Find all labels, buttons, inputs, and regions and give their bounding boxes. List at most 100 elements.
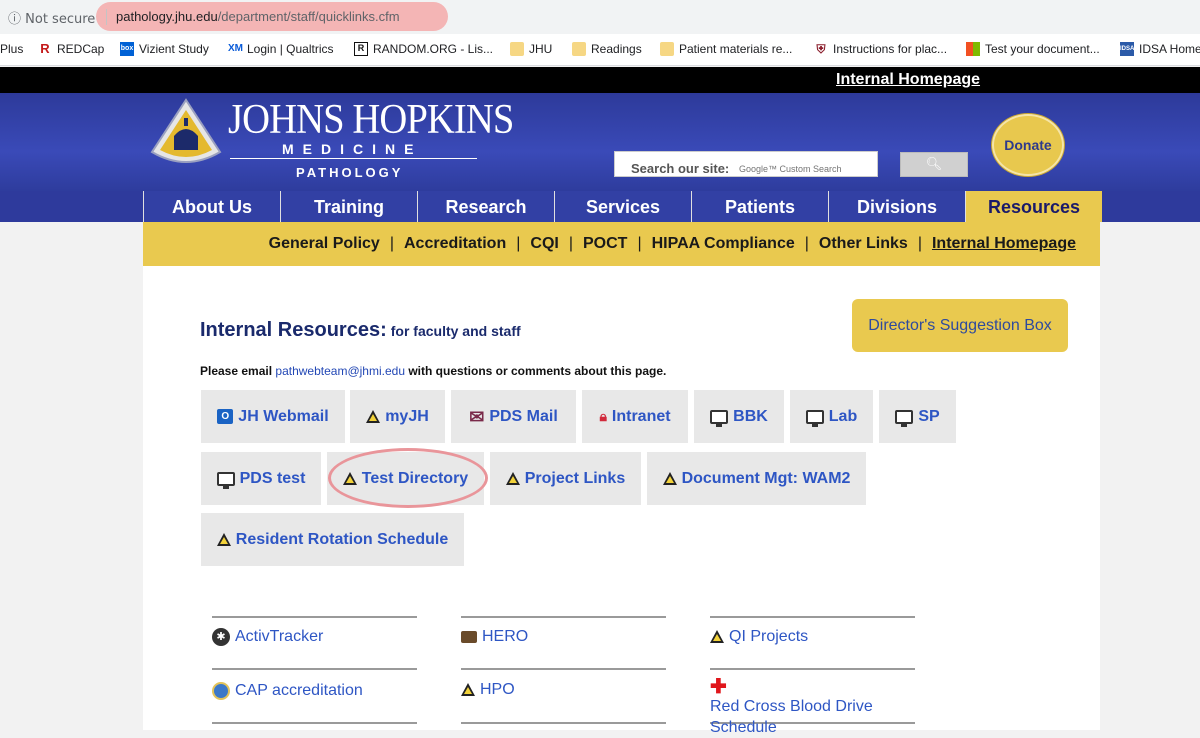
internal-topbar: Internal Homepage [0,67,1200,93]
button-label: Lab [828,407,858,425]
pds-test-button[interactable]: PDS test [201,452,321,505]
pds-mail-button[interactable]: ✉ PDS Mail [451,390,576,443]
document-mgt-button[interactable]: Document Mgt: WAM2 [647,452,866,505]
bookmark-label: REDCap [57,42,105,56]
warning-icon [216,533,231,546]
subnav-separator: | [637,235,642,252]
bookmark-idsa[interactable]: IDSA IDSA Home [1120,42,1200,56]
url-path: /department/staff/quicklinks.cfm [217,9,400,24]
jh-webmail-button[interactable]: O JH Webmail [201,390,345,443]
sub-nav: General Policy | Accreditation | CQI | POCT… [143,222,1100,266]
red-cross-icon: ✚ [710,676,727,698]
myjh-button[interactable]: myJH [350,390,445,443]
bookmark-vizient[interactable]: box Vizient Study [120,42,209,56]
envelope-icon: ✉ [469,406,485,427]
tab-research[interactable]: Research [417,191,554,222]
subnav-separator: | [389,235,394,252]
bookmark-label: Instructions for plac... [833,42,948,56]
qi-projects-link[interactable]: QI Projects [710,626,808,647]
hopkins-shield-logo[interactable] [150,98,222,168]
bbk-button[interactable]: BBK [694,390,784,443]
subnav-internal-homepage[interactable]: Internal Homepage [932,235,1076,253]
search-icon: 🔍︎ [925,156,943,171]
subnav-poct[interactable]: POCT [583,235,627,253]
email-suffix: with questions or comments about this pa… [408,364,667,378]
cap-accreditation-link[interactable]: CAP accreditation [212,680,363,701]
activtracker-icon: ✱ [212,627,230,646]
bookmark-random[interactable]: R RANDOM.ORG - Lis... [354,42,493,56]
idsa-icon: IDSA [1120,42,1134,56]
link-label: QI Projects [729,628,809,645]
email-link[interactable]: pathwebteam@jhmi.edu [275,364,405,378]
security-label: Not secure [25,12,96,27]
warning-icon [366,410,381,423]
logo-johns-hopkins: JOHNS HOPKINS [228,97,514,143]
url-host: pathology.jhu.edu [116,9,218,24]
folder-icon [510,42,524,56]
suggestion-box-button[interactable]: Director's Suggestion Box [852,299,1068,352]
divider [710,668,915,670]
url-text[interactable]: pathology.jhu.edu/department/staff/quick… [116,9,400,24]
address-bar[interactable]: ⓘ Not secure pathology.jhu.edu/departmen… [0,0,1200,34]
warning-icon [461,683,475,696]
bookmark-plus[interactable]: Plus [0,42,23,56]
internal-homepage-link[interactable]: Internal Homepage [836,71,980,89]
hero-link[interactable]: HERO [461,626,528,647]
bookmark-label: Test your document... [985,42,1100,56]
subnav-general-policy[interactable]: General Policy [269,235,380,253]
bookmark-instructions[interactable]: ⛨ Instructions for plac... [814,42,947,56]
activtracker-link[interactable]: ✱ ActivTracker [212,626,323,647]
link-label: ActivTracker [235,628,324,645]
site-search: Search our site: [614,151,878,177]
button-label: myJH [385,407,429,425]
monitor-icon [710,409,729,427]
subnav-separator: | [804,235,809,252]
tab-resources[interactable]: Resources [965,191,1102,222]
bookmark-patient-materials[interactable]: Patient materials re... [660,42,792,56]
bookmark-test-document[interactable]: Test your document... [966,42,1100,56]
logo-pathology: PATHOLOGY [296,165,404,180]
bookmarks-bar: Plus R REDCap box Vizient Study XM Login | … [0,34,1200,66]
sp-button[interactable]: SP [879,390,956,443]
search-input[interactable] [739,161,875,176]
bookmark-label: Plus [0,42,24,56]
bookmark-jhu[interactable]: JHU [510,42,552,56]
bookmark-redcap[interactable]: R REDCap [38,42,105,57]
tab-divisions[interactable]: Divisions [828,191,965,222]
lab-button[interactable]: Lab [790,390,873,443]
info-icon[interactable]: ⓘ Not secure [8,8,95,27]
subnav-cqi[interactable]: CQI [530,235,558,253]
tab-about-us[interactable]: About Us [143,191,280,222]
divider [212,722,417,724]
cap-icon [212,681,230,700]
divider [212,668,417,670]
subnav-separator: | [516,235,521,252]
bookmark-readings[interactable]: Readings [572,42,642,56]
subnav-accreditation[interactable]: Accreditation [404,235,506,253]
button-label: PDS test [239,469,306,487]
address-separator [106,9,107,25]
bookmark-qualtrics[interactable]: XM Login | Qualtrics [228,42,334,56]
intranet-button[interactable]: 🔒︎ Intranet [582,390,688,443]
link-label: CAP accreditation [235,682,363,699]
subnav-other-links[interactable]: Other Links [819,235,908,253]
bookmark-label: Vizient Study [139,42,209,56]
search-label: Search our site: [631,161,730,176]
link-label: HPO [480,681,515,698]
donate-button[interactable]: Donate [992,114,1064,176]
red-cross-link[interactable]: ✚ Red Cross Blood Drive Schedule [710,676,910,738]
button-label: Resident Rotation Schedule [235,530,449,548]
tab-services[interactable]: Services [554,191,691,222]
link-label: Red Cross Blood Drive Schedule [710,698,873,736]
subnav-hipaa[interactable]: HIPAA Compliance [652,235,795,253]
lock-icon: 🔒︎ [599,408,607,424]
tab-training[interactable]: Training [280,191,417,222]
qualtrics-icon: XM [228,43,243,54]
tab-patients[interactable]: Patients [691,191,828,222]
project-links-button[interactable]: Project Links [490,452,641,505]
hpo-link[interactable]: HPO [461,679,515,700]
monitor-icon [805,409,824,427]
resident-rotation-button[interactable]: Resident Rotation Schedule [201,513,464,566]
search-button[interactable]: 🔍︎ [900,152,968,177]
bookmark-label: Login | Qualtrics [247,42,334,56]
